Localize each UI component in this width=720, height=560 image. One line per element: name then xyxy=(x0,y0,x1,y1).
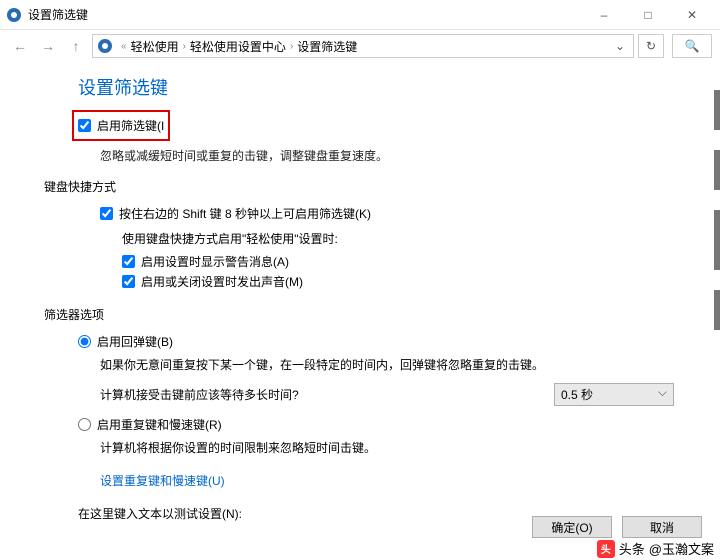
cancel-button[interactable]: 取消 xyxy=(622,516,702,538)
watermark-author: @玉瀚文案 xyxy=(649,539,714,558)
slow-keys-settings-link[interactable]: 设置重复键和慢速键(U) xyxy=(100,472,225,489)
show-warning-checkbox[interactable] xyxy=(122,255,135,268)
ok-button[interactable]: 确定(O) xyxy=(532,516,612,538)
enable-desc: 忽略或减缓短时间或重复的击键，调整键盘重复速度。 xyxy=(100,147,694,164)
hold-shift-label: 按住右边的 Shift 键 8 秒钟以上可启用筛选键(K) xyxy=(119,205,371,222)
play-sound-label: 启用或关闭设置时发出声音(M) xyxy=(141,273,303,290)
app-icon xyxy=(6,7,22,23)
when-using-label: 使用键盘快捷方式启用"轻松使用"设置时: xyxy=(122,230,694,247)
forward-icon[interactable]: → xyxy=(36,34,60,58)
chevron-icon: › xyxy=(290,41,293,52)
wait-time-select[interactable]: 0.5 秒 xyxy=(554,383,674,406)
crumb-1[interactable]: 轻松使用 xyxy=(131,38,179,55)
page-title: 设置筛选键 xyxy=(78,74,694,100)
maximize-button[interactable]: □ xyxy=(626,1,670,29)
hold-shift-checkbox[interactable] xyxy=(100,207,113,220)
enable-filterkeys-checkbox[interactable] xyxy=(78,119,91,132)
play-sound-checkbox[interactable] xyxy=(122,275,135,288)
options-section-title: 筛选器选项 xyxy=(44,306,694,323)
bounce-keys-radio[interactable] xyxy=(78,335,91,348)
chevron-icon: « xyxy=(121,41,127,52)
nav-row: ← → ↑ « 轻松使用 › 轻松使用设置中心 › 设置筛选键 ⌄ ↻ 🔍 xyxy=(0,30,720,62)
refresh-button[interactable]: ↻ xyxy=(638,34,664,58)
bounce-keys-label: 启用回弹键(B) xyxy=(97,333,173,350)
wait-time-label: 计算机接受击键前应该等待多长时间? xyxy=(100,386,299,403)
dropdown-icon[interactable]: ⌄ xyxy=(611,39,629,53)
slow-keys-radio[interactable] xyxy=(78,418,91,431)
window-buttons: – □ ✕ xyxy=(582,1,714,29)
close-button[interactable]: ✕ xyxy=(670,1,714,29)
enable-filterkeys-label: 启用筛选键(I xyxy=(97,117,164,134)
breadcrumb-icon xyxy=(97,38,113,54)
watermark: 头 头条 @玉瀚文案 xyxy=(597,539,714,558)
crumb-2[interactable]: 轻松使用设置中心 xyxy=(190,38,286,55)
highlight-box: 启用筛选键(I xyxy=(72,110,170,141)
watermark-logo-icon: 头 xyxy=(597,540,615,558)
wait-time-row: 计算机接受击键前应该等待多长时间? 0.5 秒 xyxy=(100,383,694,406)
search-button[interactable]: 🔍 xyxy=(672,34,712,58)
button-bar: 确定(O) 取消 xyxy=(532,516,702,538)
show-warning-label: 启用设置时显示警告消息(A) xyxy=(141,253,289,270)
window-title: 设置筛选键 xyxy=(28,6,582,23)
up-icon[interactable]: ↑ xyxy=(64,34,88,58)
breadcrumb[interactable]: « 轻松使用 › 轻松使用设置中心 › 设置筛选键 ⌄ xyxy=(92,34,634,58)
watermark-prefix: 头条 xyxy=(619,539,645,558)
bounce-keys-desc: 如果你无意间重复按下某一个键，在一段特定的时间内，回弹键将忽略重复的击键。 xyxy=(100,356,694,373)
shortcut-section-title: 键盘快捷方式 xyxy=(44,178,694,195)
content-area: 设置筛选键 启用筛选键(I 忽略或减缓短时间或重复的击键，调整键盘重复速度。 键… xyxy=(0,62,720,522)
minimize-button[interactable]: – xyxy=(582,1,626,29)
slow-keys-label: 启用重复键和慢速键(R) xyxy=(97,416,222,433)
back-icon[interactable]: ← xyxy=(8,34,32,58)
slow-keys-desc: 计算机将根据你设置的时间限制来忽略短时间击键。 xyxy=(100,439,694,456)
crumb-3[interactable]: 设置筛选键 xyxy=(297,38,357,55)
titlebar: 设置筛选键 – □ ✕ xyxy=(0,0,720,30)
side-fragments xyxy=(714,90,720,450)
chevron-icon: › xyxy=(183,41,186,52)
